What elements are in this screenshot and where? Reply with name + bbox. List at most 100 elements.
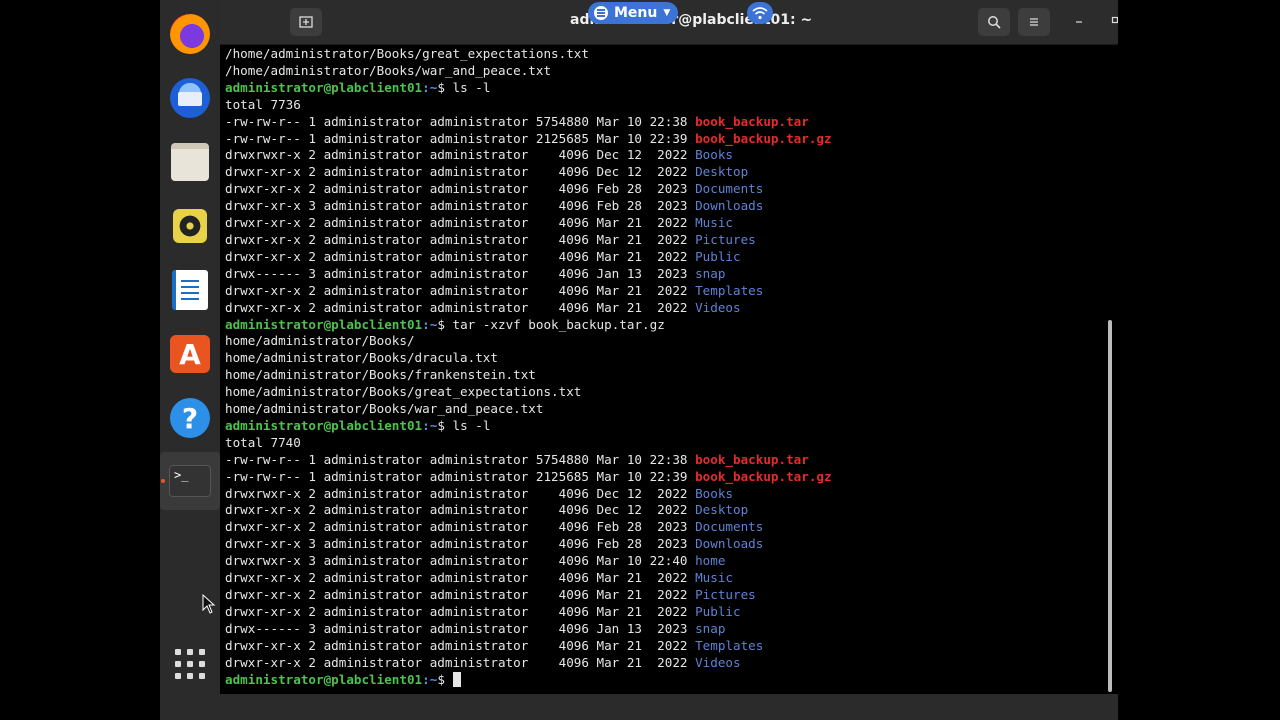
directory-name: Templates <box>695 282 764 298</box>
wifi-icon <box>752 7 768 20</box>
minimize-icon <box>1076 21 1082 23</box>
ls-entry: drwxr-xr-x 2 administrator administrator… <box>225 638 1105 655</box>
software-icon: A <box>170 335 210 373</box>
output-line: total 7736 <box>225 97 1105 114</box>
wifi-button[interactable] <box>747 2 773 24</box>
archive-file-name: book_backup.tar <box>695 113 809 129</box>
prompt-symbol: $ <box>437 671 445 687</box>
ls-entry: drwxr-xr-x 2 administrator administrator… <box>225 164 1105 181</box>
desktop-screen: A ? >_ administrator@plabclient01: ~ Men… <box>160 0 1118 720</box>
command-text: ls -l <box>444 79 491 95</box>
new-tab-icon <box>299 16 313 28</box>
minimize-button[interactable] <box>1074 14 1084 28</box>
prompt-path: :~ <box>422 79 438 95</box>
prompt-path: :~ <box>422 417 438 433</box>
scrollbar[interactable] <box>1108 320 1112 692</box>
ls-entry: drwxr-xr-x 2 administrator administrator… <box>225 519 1105 536</box>
new-tab-button[interactable] <box>290 8 322 36</box>
thunderbird-icon <box>170 78 210 118</box>
rhythmbox-launcher[interactable] <box>168 204 212 248</box>
show-apps-button[interactable] <box>168 642 212 686</box>
ls-entry-meta: drwxr-xr-x 2 administrator administrator… <box>225 603 696 619</box>
directory-name: Pictures <box>695 231 756 247</box>
output-text: /home/administrator/Books/war_and_peace.… <box>225 62 552 78</box>
menu-button[interactable]: Menu ▼ <box>588 2 679 24</box>
ls-entry: drwxr-xr-x 2 administrator administrator… <box>225 604 1105 621</box>
prompt-input <box>445 672 453 687</box>
terminal-launcher[interactable]: >_ <box>160 452 220 510</box>
help-launcher[interactable]: ? <box>168 396 212 440</box>
hamburger-menu-button[interactable] <box>1018 8 1050 36</box>
terminal-icon: >_ <box>169 465 211 497</box>
ls-entry: drwxr-xr-x 2 administrator administrator… <box>225 300 1105 317</box>
directory-name: snap <box>695 265 726 281</box>
ls-entry: drwxr-xr-x 2 administrator administrator… <box>225 502 1105 519</box>
ls-entry-meta: drwxr-xr-x 3 administrator administrator… <box>225 198 696 214</box>
directory-name: Public <box>695 248 741 264</box>
archive-file-name: book_backup.tar.gz <box>695 130 832 146</box>
directory-name: snap <box>695 620 726 636</box>
ls-entry-meta: drwxrwxr-x 2 administrator administrator… <box>225 485 696 501</box>
ls-entry-meta: drwxr-xr-x 2 administrator administrator… <box>225 519 696 535</box>
firefox-launcher[interactable] <box>168 12 212 56</box>
output-text: home/administrator/Books/dracula.txt <box>225 350 498 366</box>
output-line: /home/administrator/Books/war_and_peace.… <box>225 63 1105 80</box>
menu-icon <box>594 6 608 20</box>
prompt-symbol: $ <box>437 79 445 95</box>
prompt-user: administrator@plabclient01 <box>225 671 423 687</box>
output-line: home/administrator/Books/frankenstein.tx… <box>225 367 1105 384</box>
directory-name: Public <box>695 603 741 619</box>
directory-name: Music <box>695 215 734 231</box>
ls-entry-meta: drwxrwxr-x 2 administrator administrator… <box>225 147 696 163</box>
output-text: home/administrator/Books/frankenstein.tx… <box>225 367 536 383</box>
terminal-output[interactable]: /home/administrator/Books/great_expectat… <box>225 46 1105 690</box>
writer-launcher[interactable] <box>168 268 212 312</box>
ls-entry-meta: drwxr-xr-x 2 administrator administrator… <box>225 164 696 180</box>
ls-entry-meta: drwxrwxr-x 3 administrator administrator… <box>225 553 696 569</box>
show-apps-icon <box>175 649 205 679</box>
ls-entry-meta: drwxr-xr-x 2 administrator administrator… <box>225 502 696 518</box>
output-line: /home/administrator/Books/great_expectat… <box>225 46 1105 63</box>
ls-entry: drwxr-xr-x 2 administrator administrator… <box>225 232 1105 249</box>
ls-entry: drwxr-xr-x 2 administrator administrator… <box>225 249 1105 266</box>
output-text: /home/administrator/Books/great_expectat… <box>225 46 589 61</box>
ls-entry: drwxr-xr-x 2 administrator administrator… <box>225 215 1105 232</box>
output-line: total 7740 <box>225 435 1105 452</box>
ls-entry: drwxr-xr-x 2 administrator administrator… <box>225 181 1105 198</box>
ls-entry-meta: drwxr-xr-x 2 administrator administrator… <box>225 637 696 653</box>
ls-entry: drwxr-xr-x 2 administrator administrator… <box>225 283 1105 300</box>
directory-name: Music <box>695 570 734 586</box>
menu-label: Menu <box>614 5 658 21</box>
files-launcher[interactable] <box>168 140 212 184</box>
ls-entry-meta: drwx------ 3 administrator administrator… <box>225 620 696 636</box>
ls-entry-meta: -rw-rw-r-- 1 administrator administrator… <box>225 468 696 484</box>
maximize-icon <box>1111 16 1118 24</box>
directory-name: Documents <box>695 181 764 197</box>
archive-file-name: book_backup.tar.gz <box>695 468 832 484</box>
search-button[interactable] <box>978 8 1010 36</box>
ls-entry: -rw-rw-r-- 1 administrator administrator… <box>225 452 1105 469</box>
prompt-user: administrator@plabclient01 <box>225 316 423 332</box>
ls-entry-meta: drwx------ 3 administrator administrator… <box>225 265 696 281</box>
output-line: home/administrator/Books/ <box>225 333 1105 350</box>
ls-entry: drwxr-xr-x 3 administrator administrator… <box>225 198 1105 215</box>
directory-name: Desktop <box>695 164 749 180</box>
ls-entry-meta: drwxr-xr-x 2 administrator administrator… <box>225 570 696 586</box>
software-launcher[interactable]: A <box>168 332 212 376</box>
archive-file-name: book_backup.tar <box>695 451 809 467</box>
command-line: administrator@plabclient01:~$ tar -xzvf … <box>225 317 1105 334</box>
titlebar: administrator@plabclient01: ~ Menu ▼ <box>220 0 1118 45</box>
ls-entry: drwx------ 3 administrator administrator… <box>225 621 1105 638</box>
active-indicator <box>161 479 165 483</box>
ls-entry-meta: drwxr-xr-x 2 administrator administrator… <box>225 587 696 602</box>
ls-entry-meta: drwxr-xr-x 2 administrator administrator… <box>225 248 696 264</box>
ls-entry: drwxr-xr-x 3 administrator administrator… <box>225 536 1105 553</box>
thunderbird-launcher[interactable] <box>168 76 212 120</box>
ls-entry: drwxrwxr-x 2 administrator administrator… <box>225 147 1105 164</box>
output-text: home/administrator/Books/great_expectati… <box>225 384 582 400</box>
directory-name: Templates <box>695 637 764 653</box>
maximize-button[interactable] <box>1110 14 1118 28</box>
ls-entry-meta: drwxr-xr-x 3 administrator administrator… <box>225 536 696 552</box>
files-icon <box>171 143 209 181</box>
directory-name: Videos <box>695 654 741 670</box>
